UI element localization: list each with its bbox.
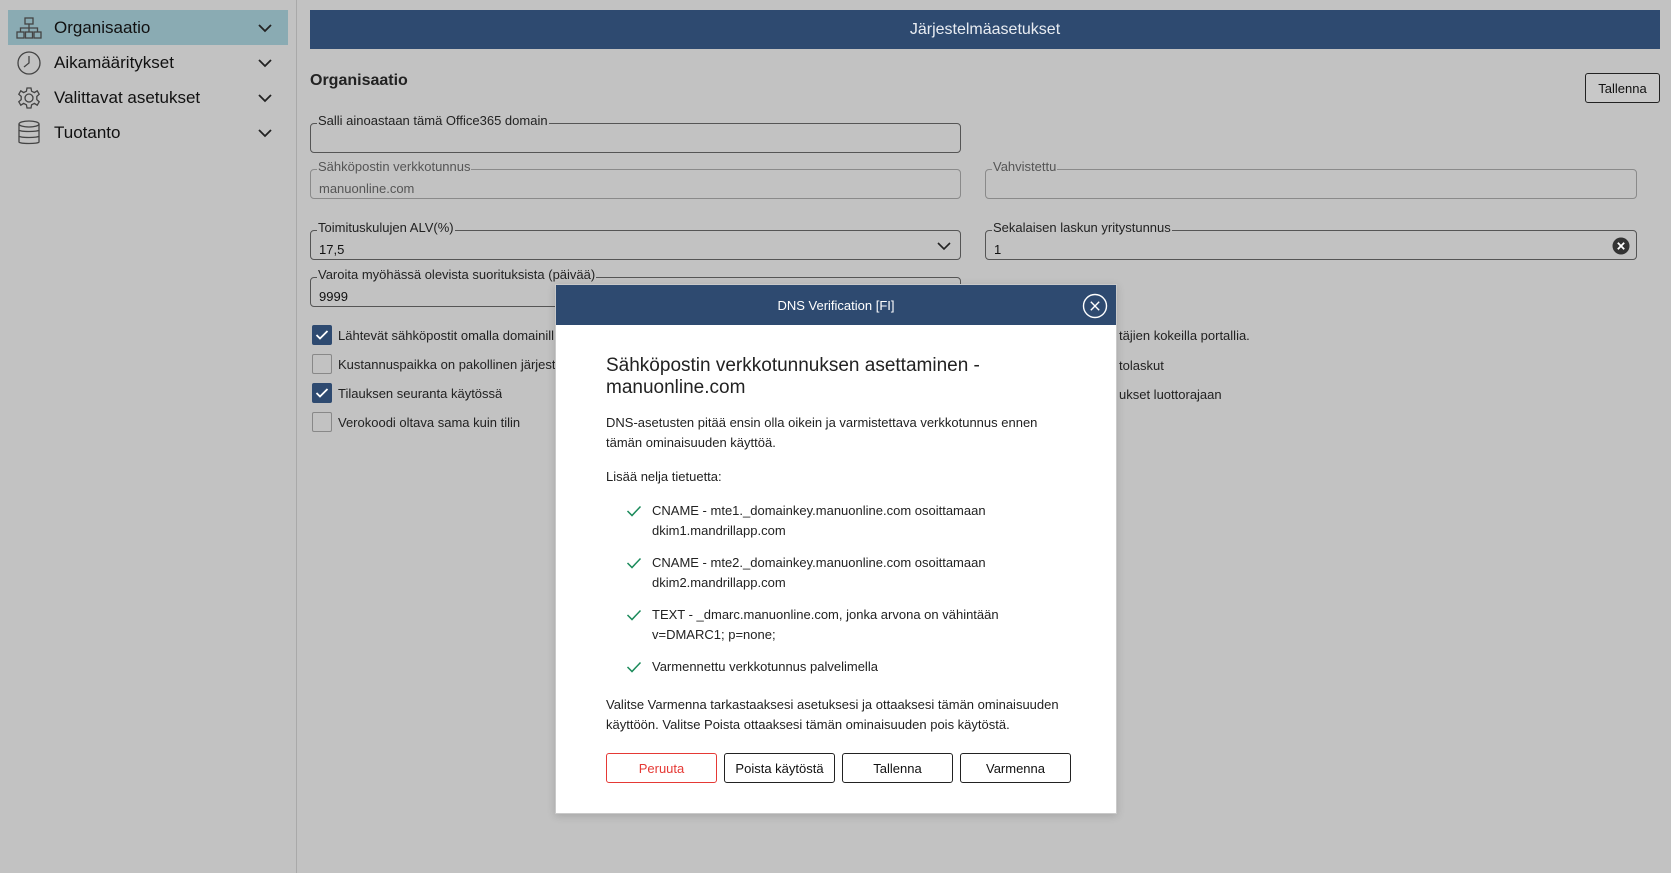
chevron-down-icon[interactable] <box>256 54 274 72</box>
dns-record-text: TEXT - _dmarc.manuonline.com, jonka arvo… <box>652 607 999 642</box>
checkbox-label: Lähtevät sähköpostit omalla domainill <box>338 327 555 343</box>
checkbox[interactable] <box>312 383 332 403</box>
check-icon <box>315 330 329 340</box>
dialog-button-row: Peruuta Poista käytöstä Tallenna Varmenn… <box>606 753 1071 783</box>
clock-icon <box>16 50 42 76</box>
dialog-header: DNS Verification [FI] <box>556 285 1116 325</box>
field-label: Toimituskulujen ALV(%) <box>317 220 455 235</box>
clear-icon[interactable] <box>1612 237 1630 255</box>
dialog-save-button[interactable]: Tallenna <box>842 753 953 783</box>
org-chart-icon <box>16 15 42 41</box>
check-icon <box>626 557 642 569</box>
list-item: TEXT - _dmarc.manuonline.com, jonka arvo… <box>626 605 1066 645</box>
field-label: Varoita myöhässä olevista suorituksista … <box>317 267 597 282</box>
office365-domain-field[interactable]: Salli ainoastaan tämä Office365 domain <box>310 114 961 153</box>
list-item: CNAME - mte1._domainkey.manuonline.com o… <box>626 501 1066 541</box>
cancel-button[interactable]: Peruuta <box>606 753 717 783</box>
field-label: Vahvistettu <box>992 159 1058 174</box>
field-value: 1 <box>994 242 1002 257</box>
partial-option-text: ukset luottorajaan <box>1119 387 1222 402</box>
check-icon <box>626 505 642 517</box>
gear-icon <box>16 85 42 111</box>
chevron-down-icon[interactable] <box>256 19 274 37</box>
dialog-footer-text: Valitse Varmenna tarkastaaksesi asetukse… <box>606 697 1059 732</box>
checkbox-label: Kustannuspaikka on pakollinen järjest <box>338 356 556 372</box>
close-icon[interactable] <box>1082 293 1108 319</box>
dns-record-list: CNAME - mte1._domainkey.manuonline.com o… <box>606 501 1066 677</box>
dns-record-text: CNAME - mte2._domainkey.manuonline.com o… <box>652 555 986 590</box>
list-item: Varmennettu verkkotunnus palvelimella <box>626 657 1066 677</box>
checkbox[interactable] <box>312 325 332 345</box>
checkbox-label: Verokoodi oltava sama kuin tilin <box>338 414 521 430</box>
checkbox-order-tracking[interactable]: Tilauksen seuranta käytössä <box>312 383 502 403</box>
field-label: Salli ainoastaan tämä Office365 domain <box>317 113 549 128</box>
dns-record-text: CNAME - mte1._domainkey.manuonline.com o… <box>652 503 986 538</box>
database-icon <box>16 119 42 146</box>
sidebar-item-tuotanto[interactable]: Tuotanto <box>8 115 288 150</box>
dialog-add-records: Lisää nelja tietuetta: <box>606 469 722 484</box>
checkbox-cost-center[interactable]: Kustannuspaikka on pakollinen järjest <box>312 354 556 374</box>
field-value: manuonline.com <box>319 181 415 196</box>
email-domain-field: Sähköpostin verkkotunnus manuonline.com <box>310 160 961 199</box>
checkbox[interactable] <box>312 354 332 374</box>
sidebar-item-label: Valittavat asetukset <box>54 87 201 107</box>
partial-option-text: tolaskut <box>1119 358 1164 373</box>
section-title: Organisaatio <box>310 72 408 89</box>
field-label: Sekalaisen laskun yritystunnus <box>992 220 1172 235</box>
partial-option-text: täjien kokeilla portallia. <box>1119 328 1250 343</box>
sidebar-item-label: Organisaatio <box>54 17 151 37</box>
save-button[interactable]: Tallenna <box>1585 73 1660 103</box>
check-icon <box>315 388 329 398</box>
misc-company-field[interactable]: Sekalaisen laskun yritystunnus 1 <box>985 221 1637 260</box>
sidebar-item-label: Tuotanto <box>54 122 121 142</box>
checkbox-label: Tilauksen seuranta käytössä <box>338 385 503 401</box>
sidebar-item-organisaatio[interactable]: Organisaatio <box>8 10 288 45</box>
sidebar-item-aikamaaritykset[interactable]: Aikamääritykset <box>8 45 288 80</box>
sidebar-item-label: Aikamääritykset <box>54 52 174 72</box>
vat-select[interactable]: Toimituskulujen ALV(%) 17,5 <box>310 221 961 260</box>
dns-record-text: Varmennettu verkkotunnus palvelimella <box>652 659 878 674</box>
page-header: Järjestelmäasetukset <box>310 10 1660 49</box>
chevron-down-icon[interactable] <box>936 239 952 253</box>
field-value: 17,5 <box>319 242 345 257</box>
sidebar-item-valittavat-asetukset[interactable]: Valittavat asetukset <box>8 80 288 115</box>
disable-button[interactable]: Poista käytöstä <box>724 753 835 783</box>
dialog-title: Sähköpostin verkkotunnuksen asettaminen … <box>606 355 980 398</box>
dialog-intro: DNS-asetusten pitää ensin olla oikein ja… <box>606 415 1038 450</box>
check-icon <box>626 609 642 621</box>
checkbox[interactable] <box>312 412 332 432</box>
field-label: Sähköpostin verkkotunnus <box>317 159 472 174</box>
check-icon <box>626 661 642 673</box>
checkbox-tax-code[interactable]: Verokoodi oltava sama kuin tilin <box>312 412 520 432</box>
dns-verification-dialog: DNS Verification [FI] Sähköpostin verkko… <box>555 284 1117 814</box>
checkbox-outgoing-email[interactable]: Lähtevät sähköpostit omalla domainill <box>312 325 554 345</box>
dialog-header-title: DNS Verification [FI] <box>777 297 895 313</box>
chevron-down-icon[interactable] <box>256 89 274 107</box>
verified-field: Vahvistettu <box>985 160 1637 199</box>
field-value: 9999 <box>319 289 348 304</box>
list-item: CNAME - mte2._domainkey.manuonline.com o… <box>626 553 1066 593</box>
chevron-down-icon[interactable] <box>256 124 274 142</box>
page-title: Järjestelmäasetukset <box>909 20 1061 38</box>
verify-button[interactable]: Varmenna <box>960 753 1071 783</box>
sidebar: Organisaatio Aikamääritykset Valittavat … <box>0 0 297 873</box>
